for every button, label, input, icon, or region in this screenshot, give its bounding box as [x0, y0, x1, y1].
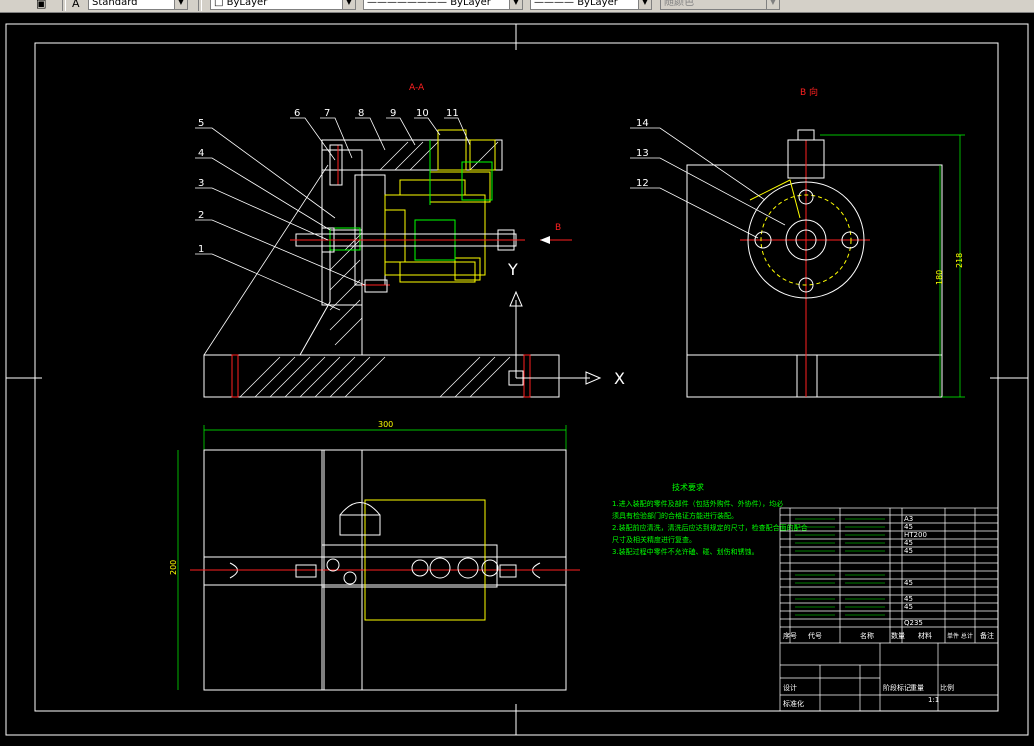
drawing-canvas[interactable]: A-A B Y X 5 4 3 2 1 6 7 8 9 10 11 B 向 21… — [0, 12, 1034, 742]
view-b-label: B 向 — [800, 86, 818, 98]
plot-style-select: 随颜色 ▼ — [660, 0, 780, 10]
notes-line-5: 3.装配过程中零件不允许磕、碰、划伤和锈蚀。 — [612, 547, 759, 556]
part-number-12: 12 — [636, 178, 649, 189]
chevron-down-icon: ▼ — [766, 0, 779, 9]
tb-stage-mark: 阶段标记 — [883, 683, 911, 692]
part-number-7: 7 — [324, 108, 330, 119]
linetype-select[interactable]: ———————— ByLayer ▼ — [363, 0, 523, 10]
part-number-9: 9 — [390, 108, 396, 119]
tb-material-5: 45 — [904, 547, 913, 555]
ucs-y-label: Y — [507, 260, 518, 279]
part-number-13: 13 — [636, 148, 649, 159]
chevron-down-icon[interactable]: ▼ — [638, 0, 651, 9]
tb-header-qty: 数量 — [891, 631, 905, 640]
color-swatch-icon: □ — [214, 0, 227, 8]
tb-material-9: Q235 — [904, 619, 923, 627]
part-number-1: 1 — [198, 244, 204, 255]
text-style-value: Standard — [92, 0, 138, 8]
tb-material-6: 45 — [904, 579, 913, 587]
part-number-8: 8 — [358, 108, 364, 119]
part-number-6: 6 — [294, 108, 300, 119]
chevron-down-icon[interactable]: ▼ — [509, 0, 522, 9]
dim-218: 218 — [955, 253, 964, 268]
section-label: A-A — [409, 83, 425, 93]
lineweight-select[interactable]: ———— ByLayer ▼ — [530, 0, 652, 10]
notes-line-2: 须具有检验部门的合格证方能进行装配。 — [612, 511, 738, 520]
part-number-14: 14 — [636, 118, 649, 129]
color-select[interactable]: □ ByLayer ▼ — [210, 0, 356, 10]
lineweight-value: ByLayer — [577, 0, 618, 8]
tb-header-material: 材料 — [918, 631, 932, 640]
tb-material-3: HT200 — [904, 531, 927, 539]
technical-notes: 技术要求 1.进入装配的零件及部件（包括外购件、外协件），均必 须具有检验部门的… — [612, 482, 808, 556]
view-b: B 向 218 180 14 13 12 — [630, 86, 965, 398]
tb-scale-value: 1:1 — [928, 696, 939, 704]
paper-border — [5, 23, 1029, 736]
tb-material-2: 45 — [904, 523, 913, 531]
toolbar-separator — [198, 0, 202, 11]
tb-material-4: 45 — [904, 539, 913, 547]
arrow-b-label: B — [555, 223, 561, 233]
color-value: ByLayer — [226, 0, 268, 8]
title-block-text: 序号 代号 名称 数量 材料 单件 总计 备注 A3 45 HT200 45 4… — [783, 515, 994, 708]
dim-200: 200 — [169, 560, 178, 575]
part-number-10: 10 — [416, 108, 429, 119]
dim-300: 300 — [378, 420, 393, 429]
title-block — [779, 507, 999, 712]
section-view-aa: A-A B Y X 5 4 3 2 1 6 7 8 9 10 11 — [195, 83, 625, 398]
linetype-value: ByLayer — [450, 0, 491, 8]
tb-header-code: 代号 — [808, 631, 822, 640]
notes-line-3: 2.装配前应清洗，清洗后应达到规定的尺寸，检查配合面的配合 — [612, 523, 808, 532]
part-number-5: 5 — [198, 118, 204, 129]
notes-line-4: 尺寸及相关精度进行复查。 — [612, 535, 696, 544]
part-number-11: 11 — [446, 108, 459, 119]
tb-material-1: A3 — [904, 515, 913, 523]
part-number-2: 2 — [198, 210, 204, 221]
tb-standardization: 标准化 — [783, 699, 804, 708]
ucs-x-label: X — [614, 369, 625, 388]
text-style-select[interactable]: Standard ▼ — [88, 0, 188, 10]
tb-header-name: 名称 — [860, 631, 874, 640]
tb-scale: 比例 — [940, 683, 954, 692]
dim-180: 180 — [935, 270, 944, 285]
top-view: 300 200 — [169, 420, 580, 691]
part-number-3: 3 — [198, 178, 204, 189]
tb-header-note: 备注 — [980, 631, 994, 640]
tb-material-8: 45 — [904, 603, 913, 611]
tb-header-seq: 序号 — [783, 631, 797, 640]
tb-header-weight: 单件 总计 — [947, 632, 973, 640]
layer-icon[interactable]: ▣ — [36, 0, 46, 11]
chevron-down-icon[interactable]: ▼ — [342, 0, 355, 9]
part-number-4: 4 — [198, 148, 204, 159]
notes-title: 技术要求 — [672, 482, 704, 492]
tb-material-7: 45 — [904, 595, 913, 603]
chevron-down-icon[interactable]: ▼ — [174, 0, 187, 9]
tb-designer: 设计 — [783, 683, 797, 692]
toolbar-separator — [62, 0, 66, 11]
text-style-icon[interactable]: A — [72, 0, 80, 11]
tb-weight: 重量 — [910, 684, 924, 692]
notes-line-1: 1.进入装配的零件及部件（包括外购件、外协件），均必 — [612, 499, 783, 508]
plot-style-value: 随颜色 — [664, 0, 694, 8]
